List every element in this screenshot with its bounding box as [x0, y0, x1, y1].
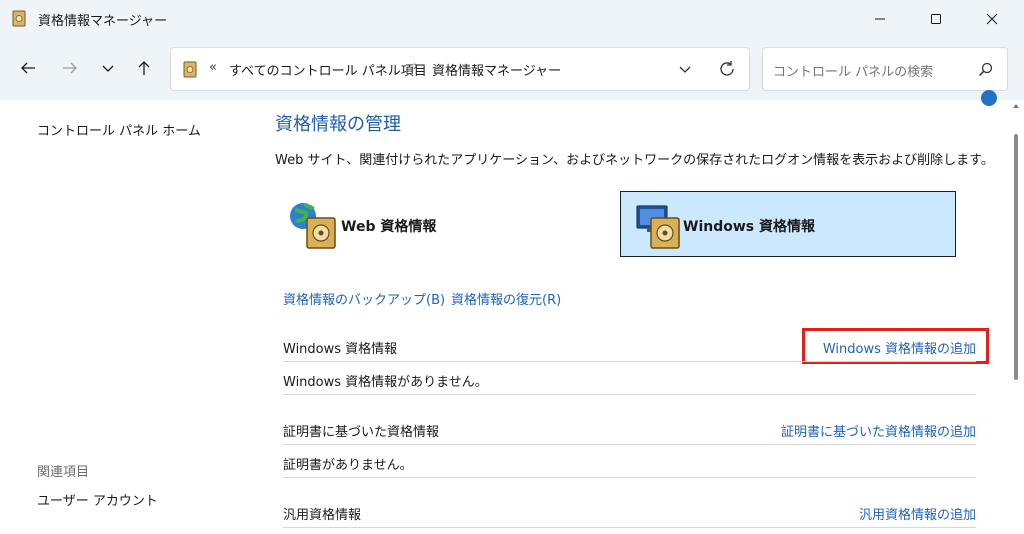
back-button[interactable]: [14, 54, 42, 82]
section-divider: [283, 444, 976, 445]
address-bar[interactable]: « すべてのコントロール パネル項目 › 資格情報マネージャー: [170, 47, 750, 91]
forward-arrow-icon: [63, 62, 77, 74]
web-credentials-label: Web 資格情報: [341, 219, 437, 235]
breadcrumb-credential-manager[interactable]: 資格情報マネージャー: [432, 60, 561, 79]
recent-locations-button[interactable]: [94, 54, 122, 82]
web-credentials-icon: [290, 202, 336, 249]
search-placeholder[interactable]: コントロール パネルの検索: [773, 61, 933, 80]
add-certificate-credential-link[interactable]: 証明書に基づいた資格情報の追加: [781, 421, 976, 440]
credential-vault-icon: [183, 61, 197, 78]
section-divider: [283, 527, 976, 528]
minimize-button[interactable]: [856, 0, 904, 38]
up-arrow-icon: [138, 61, 150, 75]
certificate-credentials-section-title: 証明書に基づいた資格情報: [283, 425, 440, 440]
maximize-icon: [931, 14, 941, 24]
chevron-down-icon[interactable]: [677, 60, 693, 78]
section-divider: [283, 361, 976, 362]
windows-credentials-section-title: Windows 資格情報: [283, 342, 398, 357]
chevron-down-icon: [102, 65, 114, 72]
backup-credentials-link[interactable]: 資格情報のバックアップ(B): [283, 289, 445, 308]
certificate-credentials-empty-text: 証明書がありません。: [283, 458, 413, 473]
generic-credentials-section-title: 汎用資格情報: [283, 508, 362, 523]
scroll-up-icon[interactable]: [1012, 102, 1020, 110]
add-windows-credential-link[interactable]: Windows 資格情報の追加: [823, 338, 976, 357]
close-icon: [986, 13, 998, 25]
windows-credentials-empty-text: Windows 資格情報がありません。: [283, 375, 488, 390]
sidebar-item-control-panel-home[interactable]: コントロール パネル ホーム: [37, 120, 201, 139]
help-icon[interactable]: [981, 90, 997, 106]
navigation-bar: « すべてのコントロール パネル項目 › 資格情報マネージャー コントロール パ…: [0, 38, 1024, 100]
breadcrumb-overflow[interactable]: «: [209, 60, 217, 75]
close-button[interactable]: [968, 0, 1016, 38]
content-area: コントロール パネル ホーム 関連項目 ユーザー アカウント 資格情報の管理 W…: [0, 90, 1024, 534]
minimize-icon: [875, 18, 885, 20]
credential-vault-icon: [12, 10, 26, 27]
search-icon[interactable]: [977, 61, 995, 79]
up-button[interactable]: [130, 54, 158, 82]
windows-credentials-icon: [636, 205, 680, 249]
window-title: 資格情報マネージャー: [38, 14, 168, 29]
breadcrumb-all-control-panel-items[interactable]: すべてのコントロール パネル項目: [229, 60, 427, 79]
back-arrow-icon: [21, 62, 35, 74]
windows-credentials-tab[interactable]: Windows 資格情報: [620, 191, 956, 257]
refresh-icon[interactable]: [717, 59, 737, 79]
sidebar-item-user-accounts[interactable]: ユーザー アカウント: [37, 490, 158, 509]
title-bar: 資格情報マネージャー: [0, 0, 1024, 38]
windows-credentials-label: Windows 資格情報: [683, 219, 815, 235]
forward-button[interactable]: [56, 54, 84, 82]
breadcrumb-separator[interactable]: ›: [413, 59, 418, 74]
page-title: 資格情報の管理: [275, 114, 401, 135]
search-box[interactable]: コントロール パネルの検索: [762, 47, 1008, 91]
section-divider: [283, 394, 976, 395]
web-credentials-tab[interactable]: Web 資格情報: [275, 192, 611, 256]
add-generic-credential-link[interactable]: 汎用資格情報の追加: [859, 504, 976, 523]
page-description: Web サイト、関連付けられたアプリケーション、およびネットワークの保存されたロ…: [275, 153, 994, 168]
maximize-button[interactable]: [912, 0, 960, 38]
scrollbar-thumb[interactable]: [1014, 134, 1018, 380]
section-divider: [283, 477, 976, 478]
vertical-scrollbar[interactable]: [1008, 100, 1024, 534]
restore-credentials-link[interactable]: 資格情報の復元(R): [451, 289, 561, 308]
sidebar-related-heading: 関連項目: [37, 465, 90, 480]
